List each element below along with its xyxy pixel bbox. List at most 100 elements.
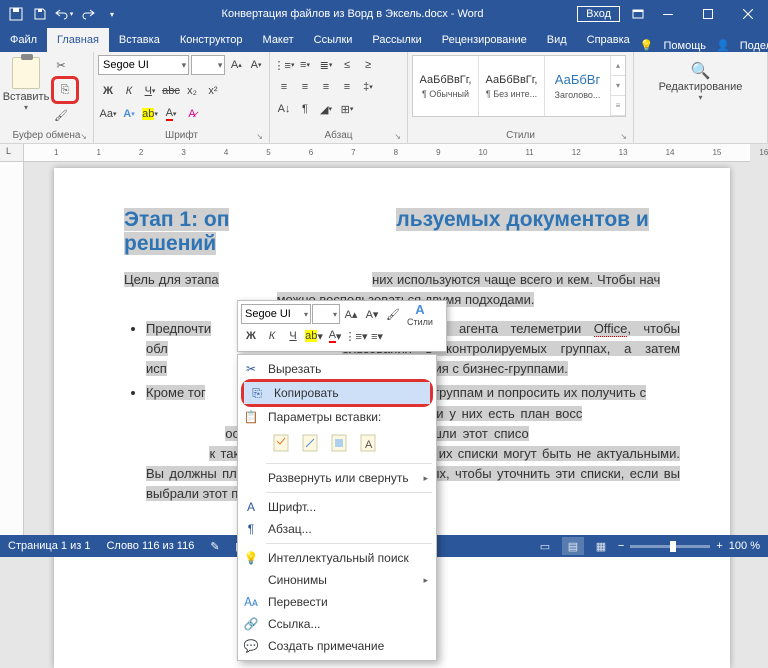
tab-layout[interactable]: Макет [253,28,304,52]
grow-font-button[interactable]: A▴ [227,55,245,75]
tab-design[interactable]: Конструктор [170,28,253,52]
ctx-font[interactable]: AШрифт... [238,496,436,518]
ctx-copy[interactable]: ⎘Копировать [244,382,430,404]
copy-button[interactable]: ⎘ [55,80,75,100]
increase-indent-button[interactable]: ≥ [358,55,378,75]
style-gallery[interactable]: АаБбВвГг,¶ Обычный АаБбВвГг,¶ Без инте..… [412,55,626,117]
text-effects-button[interactable]: A▾ [119,104,139,124]
borders-button[interactable]: ⊞▾ [337,99,357,119]
paste-picture[interactable] [326,430,352,456]
tab-file[interactable]: Файл [0,28,47,52]
maximize-button[interactable] [688,0,728,28]
tellme-button[interactable]: Помощь [664,40,707,52]
mini-bold[interactable]: Ж [241,326,261,346]
ctx-comment[interactable]: 💬Создать примечание [238,635,436,657]
mini-grow-font[interactable]: A▴ [341,304,361,324]
style-no-spacing[interactable]: АаБбВвГг,¶ Без инте... [479,56,545,116]
mini-italic[interactable]: К [262,326,282,346]
sign-in-button[interactable]: Вход [577,6,620,22]
zoom-in-button[interactable]: + [716,540,722,552]
format-painter-button[interactable]: 🖌 [51,105,71,125]
status-page[interactable]: Страница 1 из 1 [8,540,90,552]
sort-button[interactable]: A↓ [274,99,294,119]
clear-format-button[interactable]: A̷ [182,104,202,124]
redo-icon[interactable] [78,4,98,24]
shrink-font-button[interactable]: A▾ [247,55,265,75]
show-marks-button[interactable]: ¶ [295,99,315,119]
font-size-combo[interactable] [191,55,225,75]
mini-shrink-font[interactable]: A▾ [362,304,382,324]
paste-merge[interactable] [297,430,323,456]
tab-insert[interactable]: Вставка [109,28,170,52]
tab-mailings[interactable]: Рассылки [362,28,431,52]
font-color-button[interactable]: A▾ [161,104,181,124]
bullets-button[interactable]: ⋮≡▾ [274,55,294,75]
ctx-synonyms[interactable]: Синонимы▸ [238,569,436,591]
subscript-button[interactable]: x₂ [182,81,202,101]
bold-button[interactable]: Ж [98,81,118,101]
mini-size-combo[interactable] [312,304,340,324]
zoom-out-button[interactable]: − [618,540,624,552]
undo-icon[interactable]: ▾ [54,4,74,24]
tab-view[interactable]: Вид [537,28,577,52]
mini-font-combo[interactable]: Segoe UI [241,304,311,324]
ruler-vertical[interactable] [0,162,24,557]
ribbon-options-icon[interactable] [628,4,648,24]
ctx-expand[interactable]: Развернуть или свернуть▸ [238,467,436,489]
mini-format-painter[interactable]: 🖌 [383,304,403,324]
launcher-icon[interactable]: ↘ [620,132,627,141]
ctx-translate[interactable]: 🗛Перевести [238,591,436,613]
close-button[interactable] [728,0,768,28]
launcher-icon[interactable]: ↘ [80,132,87,141]
paste-button[interactable]: Вставить ▾ [4,55,48,129]
ruler-horizontal[interactable]: 112345678910111213141516 [24,144,750,162]
zoom-slider[interactable] [630,545,710,548]
multilevel-button[interactable]: ≣▾ [316,55,336,75]
view-web-layout[interactable]: ▦ [590,537,612,555]
view-read-mode[interactable]: ▭ [534,537,556,555]
paste-text-only[interactable]: A [355,430,381,456]
mini-styles-button[interactable]: AСтили [404,304,436,324]
align-center-button[interactable]: ≡ [295,77,315,97]
underline-button[interactable]: Ч▾ [140,81,160,101]
status-wordcount[interactable]: Слово 116 из 116 [106,540,194,552]
decrease-indent-button[interactable]: ≤ [337,55,357,75]
numbering-button[interactable]: ≡▾ [295,55,315,75]
mini-font-color[interactable]: A▾ [325,326,345,346]
line-spacing-button[interactable]: ‡▾ [358,77,378,97]
mini-bullets[interactable]: ⋮≡▾ [346,326,366,346]
ctx-smart-lookup[interactable]: 💡Интеллектуальный поиск [238,547,436,569]
tab-help[interactable]: Справка [577,28,640,52]
zoom-level[interactable]: 100 % [729,540,760,552]
align-right-button[interactable]: ≡ [316,77,336,97]
highlight-button[interactable]: ab▾ [140,104,160,124]
paste-keep-source[interactable] [268,430,294,456]
editing-button[interactable]: 🔍 Редактирование ▾ [656,55,746,129]
style-normal[interactable]: АаБбВвГг,¶ Обычный [413,56,479,116]
view-print-layout[interactable]: ▤ [562,537,584,555]
superscript-button[interactable]: x² [203,81,223,101]
ctx-paragraph[interactable]: ¶Абзац... [238,518,436,540]
share-button[interactable]: Поделиться [740,40,768,52]
align-left-button[interactable]: ≡ [274,77,294,97]
save-icon[interactable] [30,4,50,24]
tab-review[interactable]: Рецензирование [432,28,537,52]
ctx-link[interactable]: 🔗Ссылка... [238,613,436,635]
change-case-button[interactable]: Aa▾ [98,104,118,124]
launcher-icon[interactable]: ↘ [394,132,401,141]
mini-numbering[interactable]: ≡▾ [367,326,387,346]
strike-button[interactable]: abc [161,81,181,101]
status-proofing-icon[interactable]: ✎ [210,540,219,553]
mini-underline[interactable]: Ч [283,326,303,346]
justify-button[interactable]: ≡ [337,77,357,97]
cut-button[interactable]: ✂ [51,55,71,75]
tab-home[interactable]: Главная [47,28,109,52]
font-family-combo[interactable]: Segoe UI [98,55,189,75]
tab-references[interactable]: Ссылки [304,28,363,52]
minimize-button[interactable] [648,0,688,28]
launcher-icon[interactable]: ↘ [256,132,263,141]
shading-button[interactable]: ◢▾ [316,99,336,119]
style-scroll[interactable]: ▴▾≡ [611,56,625,116]
style-heading[interactable]: АаБбВгЗаголово... [545,56,611,116]
italic-button[interactable]: К [119,81,139,101]
